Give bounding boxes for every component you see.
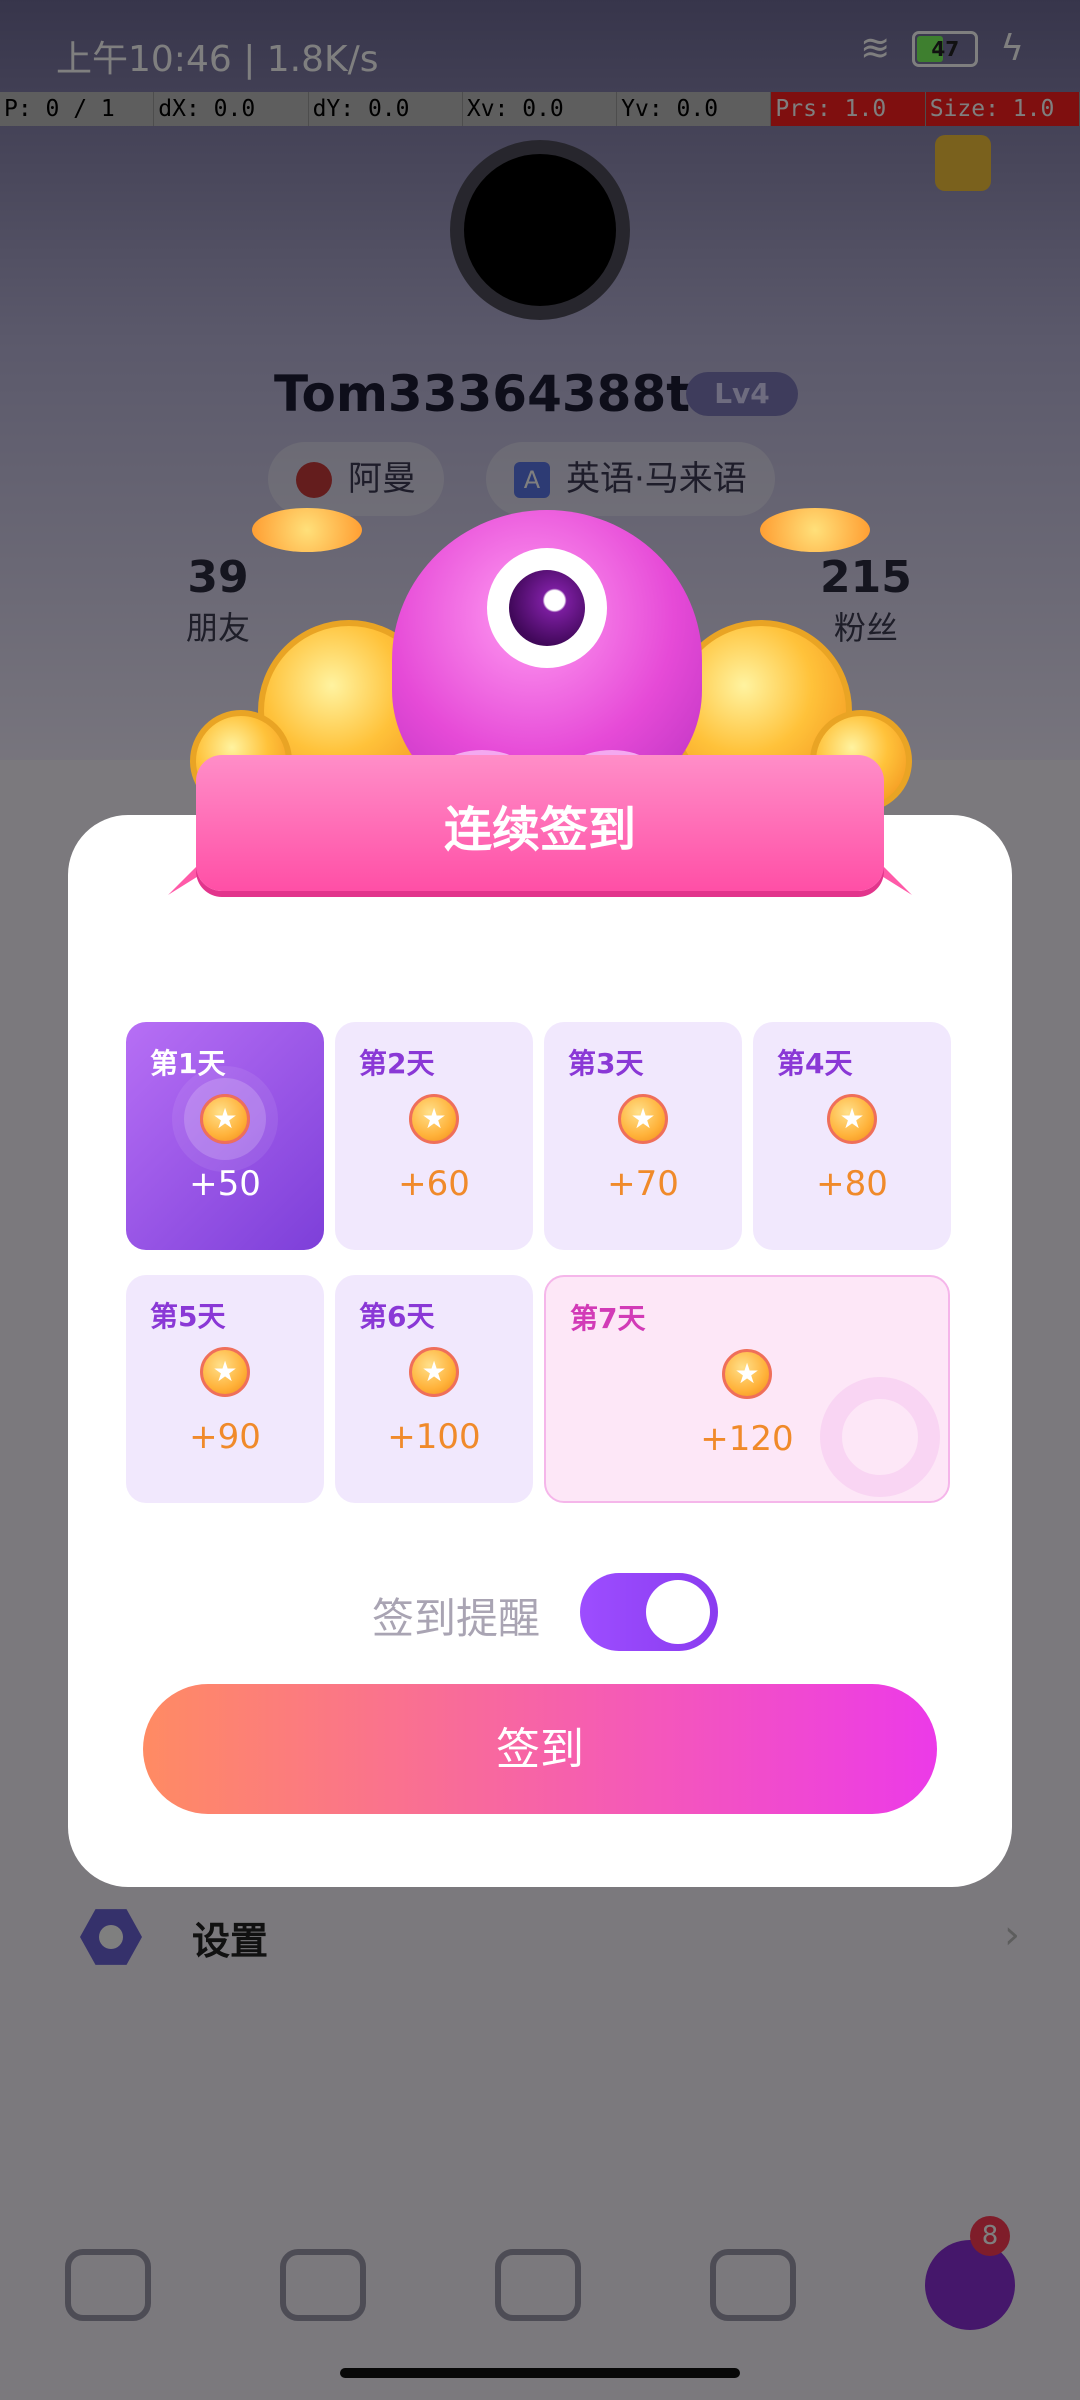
day-card-7[interactable]: 第7天 ★ +120 [544, 1275, 950, 1503]
logo-watermark-icon [820, 1377, 940, 1497]
star-coin-icon: ★ [409, 1094, 459, 1144]
day-card-4[interactable]: 第4天 ★ +80 [753, 1022, 951, 1250]
day-card-3[interactable]: 第3天 ★ +70 [544, 1022, 742, 1250]
star-coin-icon: ★ [200, 1347, 250, 1397]
flying-coin-left [252, 508, 362, 552]
day-reward: +90 [189, 1417, 261, 1457]
star-coin-icon: ★ [409, 1347, 459, 1397]
day-label: 第3天 [568, 1047, 644, 1080]
dialog-title: 连续签到 [443, 802, 636, 858]
day-reward: +60 [398, 1164, 470, 1204]
sign-in-button[interactable]: 签到 [143, 1684, 937, 1814]
day-label: 第6天 [359, 1300, 435, 1333]
day-label: 第1天 [150, 1047, 226, 1080]
day-card-2[interactable]: 第2天 ★ +60 [335, 1022, 533, 1250]
day-card-5[interactable]: 第5天 ★ +90 [126, 1275, 324, 1503]
day-reward: +80 [816, 1164, 888, 1204]
reminder-toggle[interactable] [580, 1573, 718, 1651]
star-coin-icon: ★ [200, 1094, 250, 1144]
toggle-knob [646, 1580, 710, 1644]
reminder-label: 签到提醒 [372, 1594, 541, 1643]
day-card-1[interactable]: 第1天 ★ +50 [126, 1022, 324, 1250]
day-label: 第7天 [570, 1302, 646, 1335]
day-label: 第5天 [150, 1300, 226, 1333]
day-label: 第2天 [359, 1047, 435, 1080]
flying-coin-right [760, 508, 870, 552]
day-card-6[interactable]: 第6天 ★ +100 [335, 1275, 533, 1503]
day-reward: +100 [387, 1417, 481, 1457]
star-coin-icon: ★ [722, 1349, 772, 1399]
mascot-eye [487, 548, 607, 668]
day-reward: +50 [189, 1164, 261, 1204]
day-reward: +70 [607, 1164, 679, 1204]
star-coin-icon: ★ [827, 1094, 877, 1144]
day-label: 第4天 [777, 1047, 853, 1080]
star-coin-icon: ★ [618, 1094, 668, 1144]
